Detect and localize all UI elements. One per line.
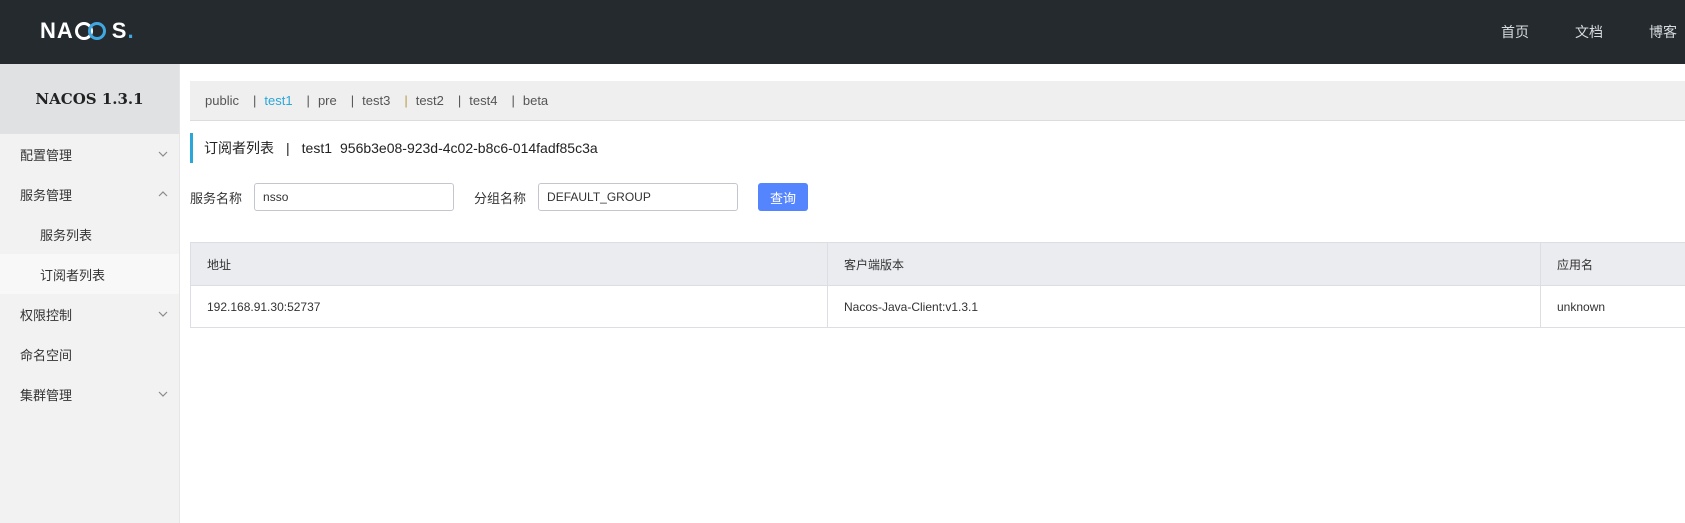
namespace-tab-test1[interactable]: test1 (264, 93, 292, 108)
main-content: public | test1 | pre | test3 | test2 | t… (190, 64, 1685, 523)
nacos-logo[interactable]: NA S . (40, 16, 135, 46)
namespace-tab-beta[interactable]: beta (523, 93, 548, 108)
column-header-client-version[interactable]: 客户端版本 (828, 243, 1541, 285)
namespace-separator: | (350, 93, 355, 108)
sidebar-item-subscriber-list[interactable]: 订阅者列表 (0, 254, 179, 294)
namespace-tab-test4[interactable]: test4 (469, 93, 497, 108)
group-name-label: 分组名称 (474, 190, 527, 206)
chevron-down-icon (157, 388, 169, 400)
page-title: 订阅者列表 | test1 956b3e08-923d-4c02-b8c6-01… (190, 133, 598, 163)
sidebar-item-access-control[interactable]: 权限控制 (0, 294, 179, 334)
chevron-up-icon (157, 188, 169, 200)
logo-rings-icon (74, 20, 111, 42)
table-header-row: 地址 客户端版本 应用名 (191, 243, 1685, 285)
column-header-address[interactable]: 地址 (191, 243, 828, 285)
nav-home-link[interactable]: 首页 (1501, 22, 1529, 42)
sidebar-item-namespace[interactable]: 命名空间 (0, 334, 179, 374)
page-title-namespace-id: 956b3e08-923d-4c02-b8c6-014fadf85c3a (340, 140, 598, 156)
sidebar: NACOS 1.3.1 配置管理 服务管理 服务列表 订阅者列表 权限控制 命名… (0, 64, 180, 523)
query-button[interactable]: 查询 (758, 183, 809, 211)
service-name-label: 服务名称 (190, 190, 243, 206)
page-title-namespace-name: test1 (301, 140, 332, 156)
sidebar-item-label: 服务管理 (20, 187, 73, 203)
nav-blog-link[interactable]: 博客 (1649, 22, 1677, 42)
cell-address: 192.168.91.30:52737 (191, 286, 828, 327)
version-title: NACOS 1.3.1 (0, 64, 179, 134)
service-name-input[interactable] (254, 183, 455, 211)
title-separator: | (286, 140, 290, 156)
column-header-app-name[interactable]: 应用名 (1541, 243, 1685, 285)
nav-docs-link[interactable]: 文档 (1575, 22, 1603, 42)
page-title-label: 订阅者列表 (204, 140, 274, 156)
search-form: 服务名称 分组名称 查询 (190, 182, 809, 212)
sidebar-item-label: 订阅者列表 (40, 267, 106, 283)
namespace-separator: | (457, 93, 462, 108)
sidebar-item-label: 服务列表 (40, 227, 93, 243)
sidebar-item-label: 权限控制 (20, 307, 73, 323)
namespace-tab-test2[interactable]: test2 (416, 93, 444, 108)
table-row: 192.168.91.30:52737 Nacos-Java-Client:v1… (191, 285, 1685, 327)
sidebar-item-service-list[interactable]: 服务列表 (0, 214, 179, 254)
chevron-down-icon (157, 308, 169, 320)
namespace-tab-pre[interactable]: pre (318, 93, 337, 108)
chevron-down-icon (157, 148, 169, 160)
namespace-separator: | (306, 93, 310, 108)
top-header: NA S . 首页 文档 博客 (0, 0, 1685, 64)
namespace-separator: | (511, 93, 515, 108)
logo-dot: . (127, 18, 135, 43)
sidebar-item-service-management[interactable]: 服务管理 (0, 174, 179, 214)
sidebar-item-cluster-management[interactable]: 集群管理 (0, 374, 179, 414)
cell-client-version: Nacos-Java-Client:v1.3.1 (828, 286, 1541, 327)
namespace-tab-public[interactable]: public (205, 93, 239, 108)
sidebar-item-label: 集群管理 (20, 387, 73, 403)
namespace-tab-test3[interactable]: test3 (362, 93, 390, 108)
logo-text-right: S (111, 18, 128, 43)
sidebar-item-config-management[interactable]: 配置管理 (0, 134, 179, 174)
namespace-bar: public | test1 | pre | test3 | test2 | t… (190, 81, 1685, 121)
subscriber-table: 地址 客户端版本 应用名 192.168.91.30:52737 Nacos-J… (190, 242, 1685, 328)
cell-app-name: unknown (1557, 299, 1606, 314)
namespace-separator: | (404, 93, 408, 108)
sidebar-item-label: 命名空间 (20, 347, 73, 363)
group-name-input[interactable] (538, 183, 739, 211)
sidebar-item-label: 配置管理 (20, 147, 73, 163)
logo-text-left: NA (40, 18, 74, 43)
namespace-separator: | (252, 93, 257, 108)
top-nav: 首页 文档 博客 (1455, 0, 1677, 64)
